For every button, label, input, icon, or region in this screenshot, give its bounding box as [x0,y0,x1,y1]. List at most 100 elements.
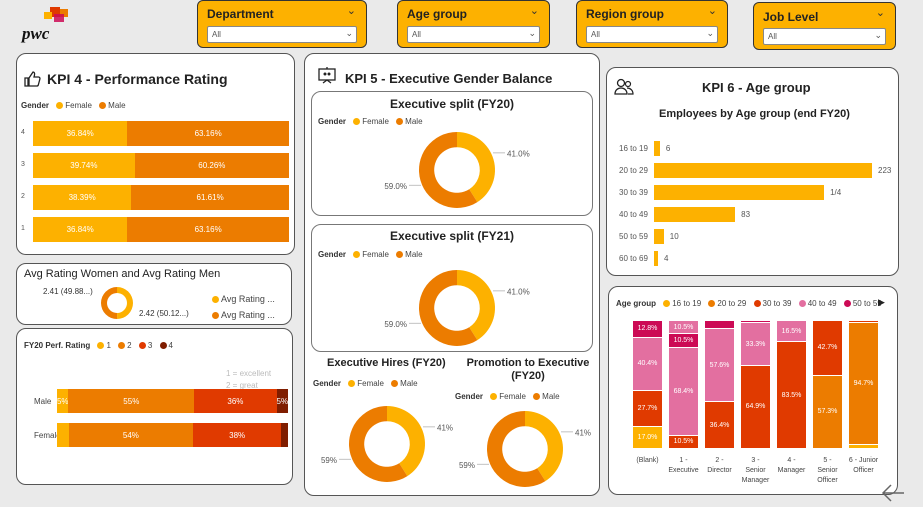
column-segment: 42.7% [813,320,842,375]
column-segment: 94.7% [849,322,878,444]
age-group-dropdown[interactable]: All ⌄ [407,26,540,43]
legend-label: Male [400,379,418,388]
bar [654,185,825,200]
donut-label-male: 59.0% [384,320,407,329]
department-slicer[interactable]: Department ⌄ All ⌄ [197,0,367,48]
column-segment: 57.6% [705,327,734,402]
chevron-down-icon[interactable]: ⌄ [876,6,885,19]
exec-hires-legend: Gender Female Male [313,379,418,388]
legend-scroll-right-icon[interactable]: ▶ [878,297,885,308]
legend-label: Female [499,392,526,401]
bar-segment-female: 36.84% [33,217,128,242]
slicer-label: Age group [407,7,467,21]
legend-female-dot [490,393,498,400]
donut-label-female: 41.0% [507,288,530,297]
legend-title: Gender [455,392,484,401]
chevron-down-icon[interactable]: ⌄ [530,4,539,17]
chevron-down-icon: ⌄ [528,28,536,38]
dropdown-value: All [591,30,600,39]
column-segment: 36.4% [705,401,734,448]
bar-segment-male: 63.16% [127,121,289,146]
legend-label: Female [362,117,389,126]
kpi5-title: KPI 5 - Executive Gender Balance [345,71,553,86]
legend-label: 30 to 39 [762,299,792,308]
stacked-bar: 5% 55% 36% 5% [57,389,288,413]
legend-male-dot [533,393,541,400]
back-arrow-icon[interactable] [880,482,906,504]
slicer-label: Department [207,7,274,21]
job-level-slicer[interactable]: Job Level ⌄ All ⌄ [753,2,896,50]
chevron-down-icon[interactable]: ⌄ [347,4,356,17]
bar-segment-female: 39.74% [33,153,135,178]
bar-category-label: 40 to 49 [619,210,648,219]
column-segment: 17.0% [633,425,662,448]
age-stack-legend: Age group 16 to 19 20 to 29 30 to 39 40 … [616,299,882,308]
stacked-column: 10.5% 68.4% 10.5% 10.5% [669,320,698,448]
column-label-line: Manager [741,477,770,484]
legend-male-label: Male [108,101,126,110]
bar-segment: 5% [57,389,69,413]
legend-item: Avg Rating ... [207,307,275,323]
bar-segment-female: 38.39% [33,185,132,210]
legend-male-dot [396,251,404,258]
dropdown-value: All [412,30,421,39]
legend-label: 20 to 29 [717,299,747,308]
exec-hires-donut: 41%59% [321,406,453,482]
stacked-column: 17.0% 27.7% 40.4% 12.8% [633,320,662,448]
exec-split-fy20-legend: Gender Female Male [318,117,423,126]
legend-dot [663,300,671,307]
bar-segment-female: 36.84% [33,121,128,146]
slicer-label: Region group [586,7,664,21]
legend-male-dot [99,102,107,109]
bar-segment: 54% [68,423,194,447]
legend-dot [159,342,167,349]
kpi5-card: KPI 5 - Executive Gender Balance Executi… [304,53,600,496]
column-segment [705,320,734,328]
job-level-dropdown[interactable]: All ⌄ [763,28,886,45]
legend-label: Male [405,250,423,259]
exec-split-fy21-donut: 41.0% 59.0% [384,270,530,346]
bar-value-label: 83 [741,210,751,219]
kpi4-title: KPI 4 - Performance Rating [47,71,228,87]
column-segment: 10.5% [669,333,698,347]
bar-category-label: 50 to 59 [619,232,648,241]
column-segment: 33.3% [741,322,770,365]
column-segment: 40.4% [633,336,662,390]
bar-category-label: 30 to 39 [619,188,648,197]
legend-title: Gender [313,379,342,388]
legend-label: Avg Rating ... [221,294,275,304]
stacked-bar: 54% 38% [57,423,288,447]
legend-title: Gender [318,117,347,126]
department-dropdown[interactable]: All ⌄ [207,26,357,43]
chevron-down-icon[interactable]: ⌄ [708,4,717,17]
exec-split-fy20-title: Executive split (FY20) [389,97,515,111]
exec-split-fy20-card: Executive split (FY20) Gender Female Mal… [311,91,593,216]
column-category-label: 6 - Junior Officer [841,456,886,476]
donut-slice-female [457,270,495,341]
legend-item: Avg Rating ... [207,291,275,307]
column-label-line: Officer [817,477,838,484]
bar-category-label: 20 to 29 [619,166,648,175]
legend-label: Female [362,250,389,259]
bar-segment-male: 61.61% [131,185,289,210]
stacked-bar: 36.84% 63.16% [33,217,289,242]
stacked-column: 83.5% 16.5% [777,320,806,448]
legend-female-dot [353,251,361,258]
bar-segment-male: 60.26% [134,153,289,178]
kpi6-subtitle: Employees by Age group (end FY20) [659,108,850,120]
dropdown-value: All [768,32,777,41]
region-group-slicer[interactable]: Region group ⌄ All ⌄ [576,0,728,48]
legend-male-dot [391,380,399,387]
column-segment: 16.5% [777,320,806,342]
exec-split-fy21-title: Executive split (FY21) [389,229,515,243]
column-segment [849,320,878,323]
bar-category-label: 3 [21,161,25,168]
age-stack-card: Age group 16 to 19 20 to 29 30 to 39 40 … [608,286,898,495]
age-group-slicer[interactable]: Age group ⌄ All ⌄ [397,0,550,48]
legend-dot [97,342,105,349]
bar-category-label: 2 [21,193,25,200]
legend-dot [138,342,146,349]
bar-segment [281,423,288,447]
region-group-dropdown[interactable]: All ⌄ [586,26,718,43]
avg-rating-title: Avg Rating Women and Avg Rating Men [24,268,221,280]
